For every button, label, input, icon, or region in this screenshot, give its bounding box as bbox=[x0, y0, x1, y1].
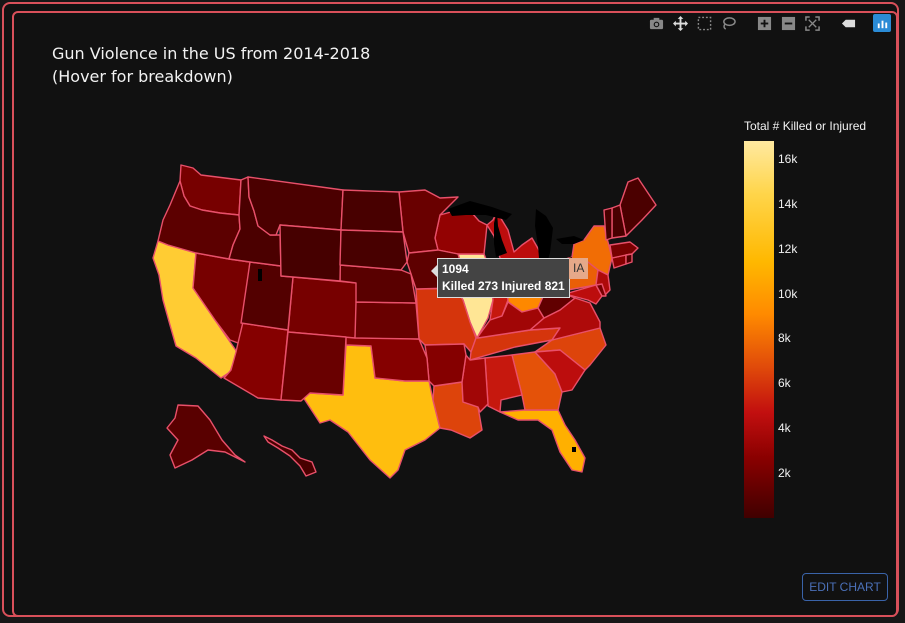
colorbar-title: Total # Killed or Injured bbox=[744, 119, 867, 133]
state-ma[interactable] bbox=[609, 241, 639, 259]
state-wi[interactable] bbox=[434, 209, 488, 255]
state-ak[interactable] bbox=[166, 404, 246, 469]
tooltip-breakdown: Killed 273 Injured 821 bbox=[442, 279, 565, 293]
colorbar bbox=[744, 141, 774, 518]
state-ks[interactable] bbox=[354, 301, 420, 340]
state-wy[interactable] bbox=[279, 224, 342, 282]
state-nm[interactable] bbox=[280, 331, 347, 402]
colorbar-tick: 12k bbox=[778, 241, 798, 256]
state-hi[interactable] bbox=[263, 435, 317, 477]
state-ms[interactable] bbox=[461, 354, 489, 413]
tooltip-state-label: IA bbox=[569, 258, 589, 279]
colorbar-tick: 14k bbox=[778, 196, 798, 211]
state-sd[interactable] bbox=[339, 229, 408, 271]
edit-chart-button[interactable]: EDIT CHART bbox=[802, 573, 888, 601]
tooltip-total: 1094 bbox=[442, 262, 469, 276]
state-fl[interactable] bbox=[499, 409, 586, 473]
colorbar-tick: 6k bbox=[778, 376, 791, 391]
great-salt-lake bbox=[258, 269, 262, 281]
lake-okeechobee bbox=[572, 447, 576, 452]
state-ri[interactable] bbox=[625, 253, 633, 265]
state-me[interactable] bbox=[619, 177, 657, 237]
state-co[interactable] bbox=[287, 276, 359, 339]
state-nd[interactable] bbox=[340, 189, 404, 233]
colorbar-tick: 8k bbox=[778, 331, 791, 346]
state-vt[interactable] bbox=[603, 207, 613, 241]
state-ar[interactable] bbox=[424, 343, 467, 387]
colorbar-tick: 4k bbox=[778, 421, 791, 436]
colorbar-tick: 16k bbox=[778, 151, 798, 166]
hover-tooltip: 1094 Killed 273 Injured 821 bbox=[437, 258, 570, 298]
colorbar-tick: 10k bbox=[778, 286, 798, 301]
colorbar-tick: 2k bbox=[778, 466, 791, 481]
